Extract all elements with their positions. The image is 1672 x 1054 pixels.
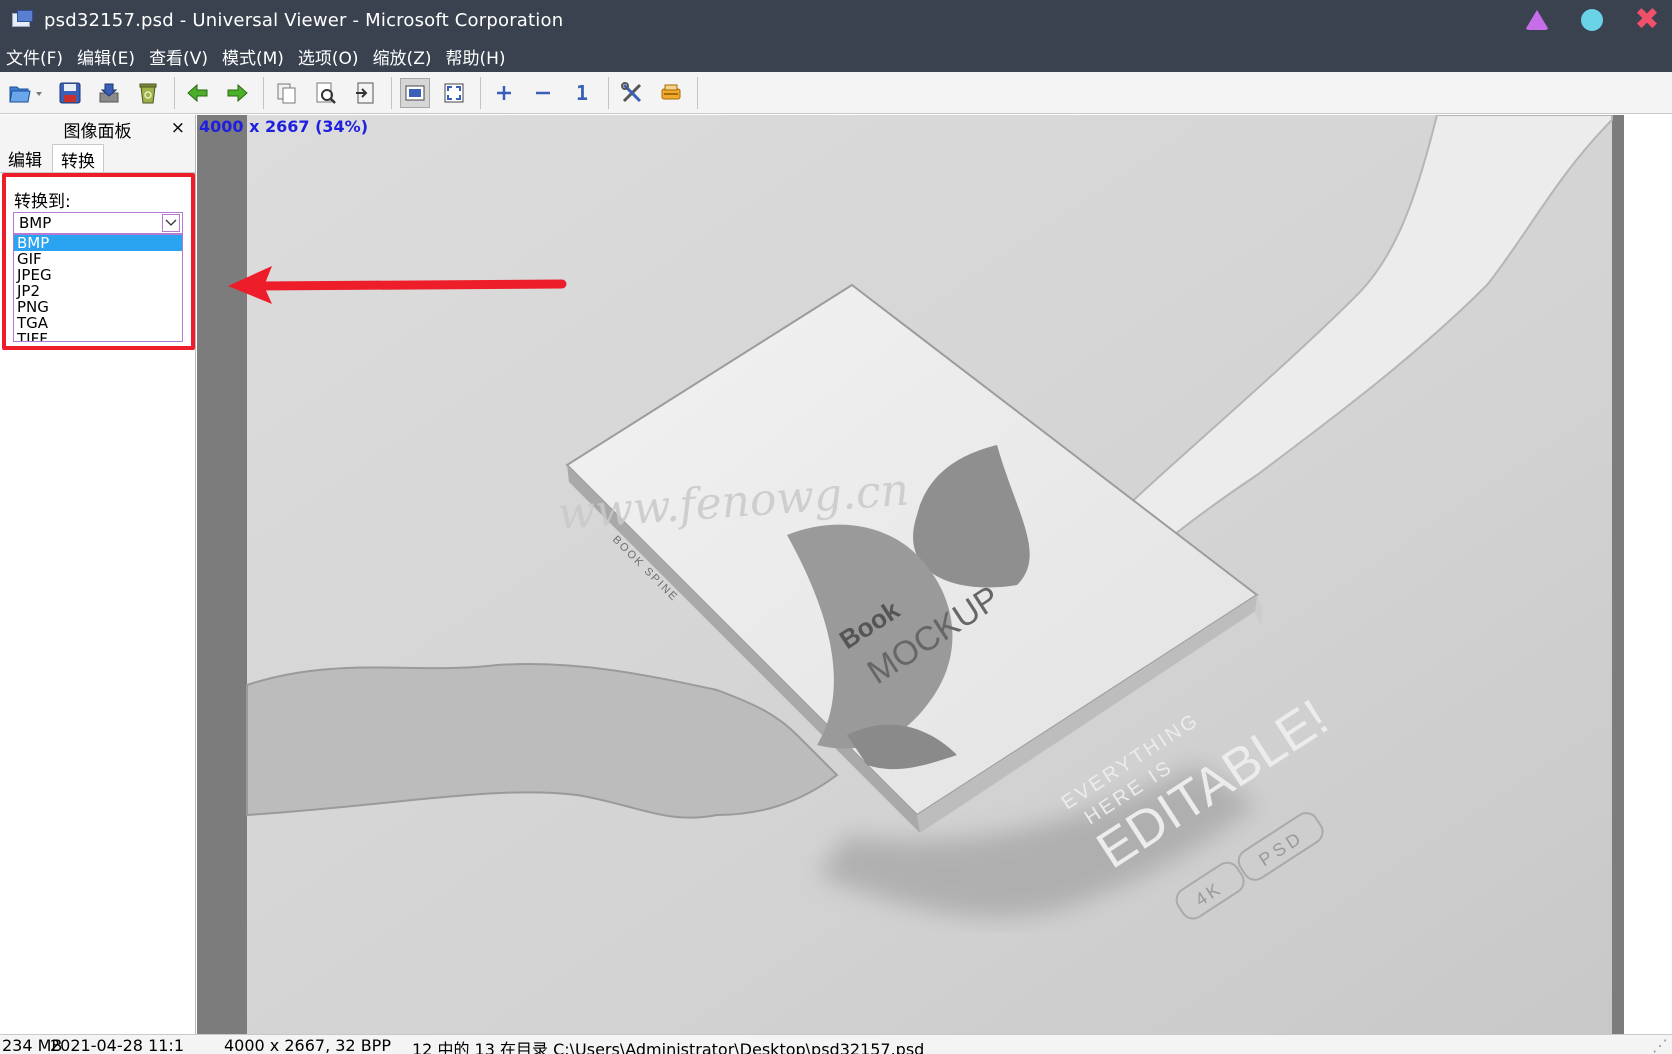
resize-grip-icon[interactable]: ⋰ [1652, 1036, 1668, 1054]
actual-size-button[interactable]: 1 [567, 78, 597, 108]
format-option-jp2[interactable]: JP2 [14, 283, 182, 299]
image-size-label: 4000 x 2667 (34%) [199, 117, 369, 136]
app-icon [10, 10, 36, 30]
status-date: 2021-04-28 11:1 [50, 1036, 184, 1054]
panel-header: 图像面板 × [0, 115, 195, 143]
copy-button[interactable] [272, 78, 302, 108]
tab-edit[interactable]: 编辑 [0, 144, 50, 172]
minimize-button[interactable] [1524, 7, 1550, 33]
fit-window-icon [405, 85, 425, 100]
toolbar-separator [174, 76, 175, 109]
recycle-bin-button[interactable] [133, 78, 163, 108]
status-dimensions: 4000 x 2667, 32 BPP [224, 1036, 391, 1054]
open-button[interactable] [6, 78, 46, 108]
menu-file[interactable]: 文件(F) [6, 44, 63, 69]
status-position: 12 中的 13 在目录 C:\Users\Administrator\Desk… [412, 1040, 925, 1054]
forward-button[interactable] [222, 78, 252, 108]
format-select-value: BMP [19, 214, 52, 232]
title-bar: psd32157.psd - Universal Viewer - Micros… [0, 0, 1672, 40]
menu-mode[interactable]: 模式(M) [222, 44, 284, 69]
maximize-button[interactable] [1579, 7, 1605, 33]
panel-tabs: 编辑 转换 [0, 143, 195, 173]
format-select[interactable]: BMP [13, 212, 183, 234]
menu-view[interactable]: 查看(V) [149, 44, 208, 69]
actual-size-icon: 1 [575, 80, 589, 105]
tab-convert[interactable]: 转换 [52, 144, 104, 172]
toolbar-separator [391, 76, 392, 109]
fullscreen-icon [444, 83, 464, 102]
book-mockup-image: www.fenowg.cn BOOK SPINE Book MOCKUP EVE… [197, 115, 1624, 1034]
fit-window-button[interactable] [400, 77, 430, 108]
copy-icon [277, 83, 296, 103]
convert-label: 转换到: [14, 192, 71, 212]
exit-icon [356, 82, 374, 103]
fullscreen-button[interactable] [439, 78, 469, 108]
format-option-tga[interactable]: TGA [14, 315, 182, 331]
menu-bar: 文件(F) 编辑(E) 查看(V) 模式(M) 选项(O) 缩放(Z) 帮助(H… [0, 40, 1672, 72]
menu-options[interactable]: 选项(O) [298, 44, 359, 69]
zoom-out-icon [536, 91, 550, 94]
menu-help[interactable]: 帮助(H) [445, 44, 505, 69]
format-dropdown: BMP GIF JPEG JP2 PNG TGA TIFF [13, 234, 183, 342]
zoom-out-button[interactable] [528, 78, 558, 108]
format-option-jpeg[interactable]: JPEG [14, 267, 182, 283]
image-viewer[interactable]: www.fenowg.cn BOOK SPINE Book MOCKUP EVE… [197, 115, 1672, 1034]
tools-icon [621, 81, 642, 102]
close-button[interactable]: ✖ [1634, 2, 1660, 37]
format-option-png[interactable]: PNG [14, 299, 182, 315]
exit-button[interactable] [350, 78, 380, 108]
toolbar-separator [263, 76, 264, 109]
find-button[interactable] [311, 78, 341, 108]
back-button[interactable] [183, 78, 213, 108]
plugin-button[interactable] [656, 78, 686, 108]
save-icon [59, 82, 81, 103]
annotation-arrow-icon [228, 266, 567, 304]
panel-close-button[interactable]: × [171, 118, 185, 138]
chevron-down-icon[interactable] [162, 214, 180, 232]
format-option-bmp[interactable]: BMP [14, 235, 182, 251]
export-icon [99, 83, 119, 102]
format-option-gif[interactable]: GIF [14, 251, 182, 267]
image-canvas: www.fenowg.cn BOOK SPINE Book MOCKUP EVE… [197, 115, 1624, 1034]
recycle-bin-icon [139, 83, 157, 103]
status-bar: 234 MB 2021-04-28 11:1 4000 x 2667, 32 B… [0, 1034, 1672, 1054]
format-option-tiff[interactable]: TIFF [14, 331, 182, 341]
panel-title: 图像面板 [63, 121, 132, 142]
toolbar-separator [608, 76, 609, 109]
circle-icon [1581, 9, 1603, 31]
open-icon [9, 86, 42, 102]
menu-edit[interactable]: 编辑(E) [77, 44, 135, 69]
find-icon [316, 82, 336, 104]
app-window: psd32157.psd - Universal Viewer - Micros… [0, 0, 1672, 1054]
toolbar-separator [697, 76, 698, 109]
forward-arrow-icon [227, 83, 248, 102]
close-icon: ✖ [1634, 2, 1660, 37]
plugin-icon [661, 84, 681, 99]
image-panel: 图像面板 × 编辑 转换 转换到: BMP BMP GIF JPEG JP2 P… [0, 115, 196, 1034]
zoom-in-icon [497, 85, 511, 100]
export-button[interactable] [94, 78, 124, 108]
toolbar-separator [480, 76, 481, 109]
triangle-icon [1525, 10, 1549, 30]
back-arrow-icon [187, 83, 208, 102]
window-title: psd32157.psd - Universal Viewer - Micros… [44, 9, 564, 31]
tools-button[interactable] [617, 78, 647, 108]
save-button[interactable] [55, 78, 85, 108]
zoom-in-button[interactable] [489, 78, 519, 108]
convert-highlight: 转换到: BMP BMP GIF JPEG JP2 PNG TGA TIFF [2, 173, 195, 350]
toolbar: 1 [0, 72, 1672, 114]
menu-zoom[interactable]: 缩放(Z) [373, 44, 432, 69]
